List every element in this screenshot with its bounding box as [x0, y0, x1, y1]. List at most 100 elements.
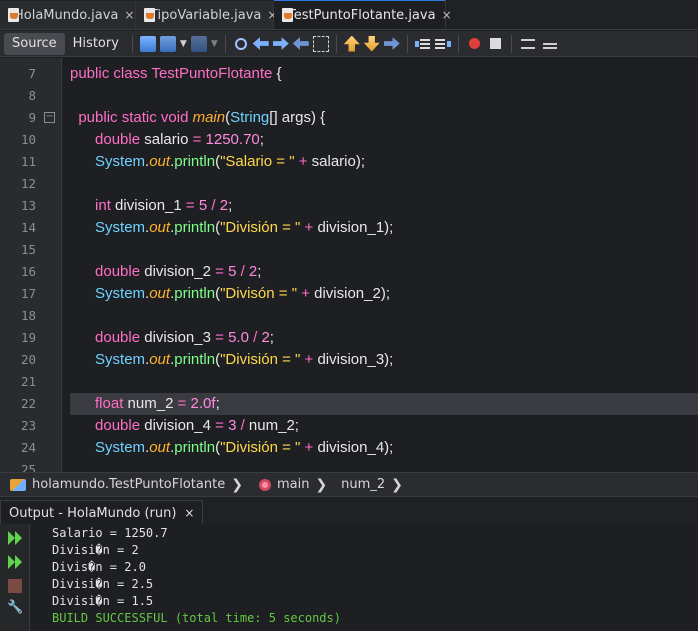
code-token: System — [95, 439, 146, 456]
code-token: division_1); — [317, 219, 394, 236]
code-line[interactable]: 25 — [0, 459, 698, 472]
code-line[interactable]: 23 double division_4 = 3 / num_2; — [0, 415, 698, 437]
code-token: "Salario = " — [220, 153, 299, 170]
rerun-icon[interactable] — [8, 531, 22, 545]
code-token: / — [211, 197, 220, 214]
line-number: 20 — [20, 352, 36, 367]
code-line[interactable]: 10 double salario = 1250.70; — [0, 129, 698, 151]
last-edit-icon[interactable] — [139, 35, 156, 52]
code-token: println — [174, 439, 216, 456]
previous-bookmark-icon[interactable] — [343, 35, 360, 52]
tab-testpuntoflotante[interactable]: TestPuntoFlotante.java × — [274, 0, 452, 29]
chevron-down-icon[interactable]: ▼ — [211, 39, 218, 49]
close-icon[interactable]: × — [124, 8, 134, 22]
code-line[interactable]: 11 System.out.println("Salario = " + sal… — [0, 151, 698, 173]
code-token: + — [304, 219, 318, 236]
code-line[interactable]: 24 System.out.println("División = " + di… — [0, 437, 698, 459]
code-token: salario); — [311, 153, 365, 170]
code-line[interactable]: 18 — [0, 305, 698, 327]
tab-holamundo[interactable]: HolaMundo.java × — [0, 1, 136, 29]
back-icon[interactable] — [159, 35, 176, 52]
code-line[interactable]: 7 public class TestPuntoFlotante { — [0, 63, 698, 85]
code-token: println — [174, 153, 216, 170]
tab-tipovariable[interactable]: TipoVariable.java × — [136, 1, 277, 29]
toggle-bookmark-icon[interactable] — [383, 37, 400, 50]
close-icon[interactable]: × — [442, 8, 452, 22]
code-text: double division_3 = 5.0 / 2; — [70, 327, 274, 349]
code-token: "División = " — [220, 219, 305, 236]
code-token: / — [240, 417, 249, 434]
code-token: public — [70, 65, 114, 82]
code-editor[interactable]: 7 public class TestPuntoFlotante {8 9− pub… — [0, 58, 698, 472]
toggle-highlight-icon[interactable] — [312, 35, 329, 52]
settings-wrench-icon[interactable]: 🔧 — [7, 600, 23, 615]
code-line[interactable]: 19 double division_3 = 5.0 / 2; — [0, 327, 698, 349]
code-line[interactable]: 20 System.out.println("División = " + di… — [0, 349, 698, 371]
method-icon — [258, 478, 271, 491]
code-line[interactable]: 13 int division_1 = 5 / 2; — [0, 195, 698, 217]
stop-macro-icon[interactable] — [489, 38, 501, 49]
code-line[interactable]: 9− public static void main(String[] args… — [0, 107, 698, 129]
uncomment-icon[interactable] — [542, 38, 557, 49]
output-line: Divisi�n = 2.5 — [52, 577, 154, 591]
code-line[interactable]: 12 — [0, 173, 698, 195]
code-token: division_4); — [317, 439, 394, 456]
code-token: 3 — [228, 417, 241, 434]
source-button[interactable]: Source — [4, 32, 65, 55]
line-number: 13 — [20, 198, 36, 213]
shift-right-icon[interactable] — [434, 35, 451, 52]
line-number: 15 — [20, 242, 36, 257]
code-token: division_4 — [144, 417, 216, 434]
code-token: + — [304, 439, 318, 456]
find-selection-icon[interactable] — [292, 37, 309, 50]
code-line[interactable]: 8 — [0, 85, 698, 107]
breadcrumb-variable[interactable]: num_2 ❯ — [341, 477, 403, 493]
code-line[interactable]: 14 System.out.println("División = " + di… — [0, 217, 698, 239]
editor-tab-bar: HolaMundo.java × TipoVariable.java × Tes… — [0, 0, 698, 30]
tab-output[interactable]: Output - HolaMundo (run) × — [0, 500, 204, 525]
code-line[interactable]: 15 — [0, 239, 698, 261]
line-number: 22 — [20, 396, 36, 411]
code-line[interactable]: 21 — [0, 371, 698, 393]
output-line: Salario = 1250.7 — [52, 526, 168, 540]
chevron-down-icon[interactable]: ▼ — [180, 39, 187, 49]
code-token: salario — [144, 131, 193, 148]
breadcrumb-class[interactable]: holamundo.TestPuntoFlotante ❯ — [10, 477, 243, 493]
breadcrumb-method[interactable]: main ❯ — [258, 477, 327, 493]
find-next-icon[interactable] — [272, 37, 289, 50]
line-number: 9 — [28, 110, 36, 125]
code-token: division_3 — [144, 329, 216, 346]
breadcrumb-label: main — [276, 477, 310, 492]
code-token: + — [304, 351, 318, 368]
code-text: System.out.println("División = " + divis… — [70, 217, 393, 239]
code-line[interactable]: 17 System.out.println("Divisón = " + div… — [0, 283, 698, 305]
code-token: num_2 — [127, 395, 178, 412]
code-line[interactable]: 22 float num_2 = 2.0f; — [21, 393, 698, 415]
find-icon[interactable] — [234, 37, 247, 50]
find-previous-icon[interactable] — [252, 37, 269, 50]
stop-icon[interactable] — [8, 579, 22, 593]
fold-toggle-icon[interactable]: − — [44, 112, 55, 123]
code-text: System.out.println("División = " + divis… — [70, 437, 393, 459]
comment-icon[interactable] — [520, 38, 535, 49]
line-number: 16 — [20, 264, 36, 279]
output-line: Divisi�n = 2 — [52, 543, 139, 557]
rerun-with-params-icon[interactable] — [8, 555, 22, 569]
code-token: 2 — [248, 263, 258, 280]
code-token: 5.0 — [228, 329, 254, 346]
next-bookmark-icon[interactable] — [363, 35, 380, 52]
output-console[interactable]: 🔧 Salario = 1250.7 Divisi�n = 2 Divis�n … — [0, 524, 698, 631]
forward-icon[interactable] — [190, 35, 207, 52]
shift-left-icon[interactable] — [414, 35, 431, 52]
history-button[interactable]: History — [65, 33, 127, 55]
close-icon[interactable]: × — [184, 506, 194, 520]
start-macro-icon[interactable] — [468, 38, 480, 49]
code-token: println — [174, 351, 216, 368]
code-token: [] args) { — [269, 109, 326, 126]
code-line[interactable]: 16 double division_2 = 5 / 2; — [0, 261, 698, 283]
code-token: out — [149, 351, 171, 368]
code-token: double — [95, 263, 145, 280]
